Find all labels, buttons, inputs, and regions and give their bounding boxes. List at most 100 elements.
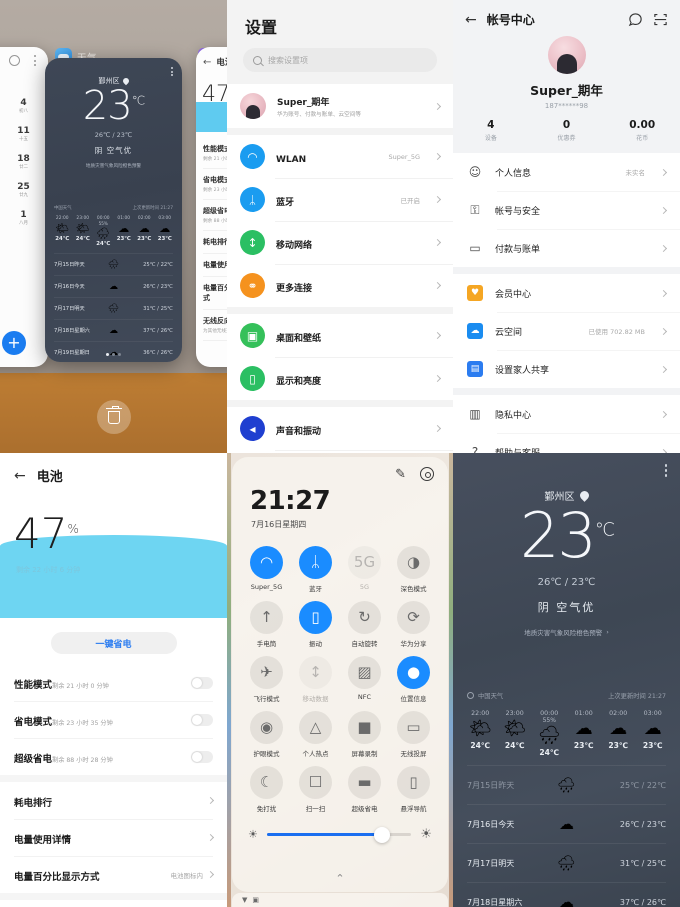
bluetooth-icon[interactable]: ᛦ (299, 546, 332, 579)
rotate-icon[interactable]: ↻ (348, 601, 381, 634)
weather-alert-banner[interactable]: 地质灾害气象风险橙色预警 › (453, 627, 680, 637)
battery-card-row[interactable]: 性能模式剩余 21 小时 0 分钟 (203, 138, 227, 169)
quick-tile-蓝牙[interactable]: ᛦ 蓝牙 (291, 546, 340, 593)
battery-row-wireless-reverse-charging[interactable]: 无线反向充电 为支持无线充电的设备充电 (0, 900, 227, 907)
calendar-day-cell[interactable]: 4 初八 (5, 98, 42, 114)
battery-row-省电模式[interactable]: 省电模式剩余 23 小时 35 分钟 (0, 701, 227, 738)
weather-day-row[interactable]: 7月16日今天 ☁ 26℃ / 23℃ (467, 804, 666, 843)
recents-card-calendar[interactable]: 3初七4初八10十四11十五17廿一18廿二24廿八25廿九31初六1八月 + (0, 47, 48, 367)
edit-pencil-icon[interactable]: ✎ (395, 467, 406, 482)
wifi-icon[interactable]: ◠ (250, 546, 283, 579)
settings-row-桌面和壁纸[interactable]: ▣ 桌面和壁纸 (227, 314, 453, 357)
weather-card-day[interactable]: 7月19日星期日☁36℃ / 26℃ (54, 341, 173, 362)
quick-tile-手电筒[interactable]: ↑ 手电筒 (242, 601, 291, 648)
account-row-help[interactable]: ? 帮助与客服 (453, 433, 680, 453)
record-icon[interactable]: ■ (348, 711, 381, 744)
location-icon[interactable]: ● (397, 656, 430, 689)
cast-icon[interactable]: ▭ (397, 711, 430, 744)
weather-card-alert[interactable]: 地质灾害气象风险橙色预警 (70, 163, 158, 169)
weather-card-day[interactable]: 7月15日昨天 🌧 25℃ / 22℃ (54, 253, 173, 275)
settings-row-更多连接[interactable]: ⚭ 更多连接 (227, 264, 453, 307)
eye-icon[interactable]: ◉ (250, 711, 283, 744)
quick-tile-护眼模式[interactable]: ◉ 护眼模式 (242, 711, 291, 758)
weather-card-day[interactable]: 7月18日星期六 ☁ 37℃ / 26℃ (54, 319, 173, 341)
battery-card-row[interactable]: 电量使用详情 (203, 254, 227, 277)
quick-tile-无线投屏[interactable]: ▭ 无线投屏 (389, 711, 438, 758)
moon-icon[interactable]: ☾ (250, 766, 283, 799)
more-icon[interactable] (171, 67, 173, 77)
clear-all-button[interactable] (96, 400, 131, 434)
search-input[interactable]: 搜索设置项 (243, 48, 437, 72)
battery-row-耗电排行[interactable]: 耗电排行 (0, 782, 227, 819)
settings-row-显示和亮度[interactable]: ▯ 显示和亮度 (227, 357, 453, 400)
collapse-handle[interactable]: ⌃ (335, 873, 344, 884)
flash-icon[interactable]: ↑ (250, 601, 283, 634)
quick-tile-NFC[interactable]: ▨ NFC (340, 656, 389, 703)
nav-icon[interactable]: ▯ (397, 766, 430, 799)
weather-hour[interactable]: 01:00 ☁ 23℃ (567, 710, 602, 757)
account-stat[interactable]: 0 优惠券 (529, 119, 605, 142)
account-row-card[interactable]: ▭ 付款与账单 (453, 229, 680, 267)
quick-tile-个人热点[interactable]: △ 个人热点 (291, 711, 340, 758)
battery-card-row[interactable]: 电量百分比显示方式 (203, 277, 227, 310)
5G-icon[interactable]: 5G (348, 546, 381, 579)
brightness-knob[interactable] (374, 826, 391, 843)
quick-tile-免打扰[interactable]: ☾ 免打扰 (242, 766, 291, 813)
battery-icon[interactable]: ▬ (348, 766, 381, 799)
weather-card-hour[interactable]: 01:00 ☁ 23℃ (114, 216, 135, 247)
weather-card-hourly[interactable]: 22:00 🌤 24℃ 23:00 🌤 24℃ 00:00 55% 🌧 24℃ 01:00 ☁ 23℃ 0… (45, 211, 182, 247)
chat-bubble-icon[interactable] (628, 12, 643, 27)
settings-row-移动网络[interactable]: ↕ 移动网络 (227, 221, 453, 264)
weather-day-row[interactable]: 7月17日明天 🌧 31℃ / 25℃ (467, 843, 666, 882)
weather-hour[interactable]: 00:00 55% 🌧 24℃ (532, 710, 567, 757)
calendar-day-cell[interactable]: 25 廿九 (5, 182, 42, 198)
gear-icon[interactable] (420, 467, 434, 481)
weather-card-hour[interactable]: 03:00 ☁ 23℃ (155, 216, 176, 247)
weather-card-day[interactable]: 7月17日明天 🌧 31℃ / 25℃ (54, 297, 173, 319)
quick-tile-位置信息[interactable]: ● 位置信息 (389, 656, 438, 703)
quick-tile-移动数据[interactable]: ↕ 移动数据 (291, 656, 340, 703)
back-arrow-icon[interactable]: ← (14, 469, 26, 483)
weather-hour[interactable]: 22:00 🌤 24℃ (463, 710, 498, 757)
toggle-switch[interactable] (191, 713, 213, 726)
battery-card-row[interactable]: 超级省电剩余 88 小时 28 分钟 (203, 200, 227, 231)
settings-row-蓝牙[interactable]: ᛦ 蓝牙 已开启 (227, 178, 453, 221)
account-stat[interactable]: 4 设备 (453, 119, 529, 142)
nfc-icon[interactable]: ▨ (348, 656, 381, 689)
signal-icon[interactable]: ↕ (299, 656, 332, 689)
account-row-vip[interactable]: ♥ 会员中心 (453, 274, 680, 312)
quick-tile-深色模式[interactable]: ◑ 深色模式 (389, 546, 438, 593)
weather-card-hour[interactable]: 02:00 ☁ 23℃ (134, 216, 155, 247)
weather-card-hour[interactable]: 23:00 🌤 24℃ (73, 216, 94, 247)
account-row-privacy[interactable]: ▥ 隐私中心 (453, 395, 680, 433)
weather-card-hour[interactable]: 00:00 55% 🌧 24℃ (93, 216, 114, 247)
weather-hour[interactable]: 02:00 ☁ 23℃ (601, 710, 636, 757)
scan-code-icon[interactable] (653, 12, 668, 27)
weather-card-day[interactable]: 7月16日今天 ☁ 26℃ / 23℃ (54, 275, 173, 297)
account-row-lock[interactable]: ⚿ 帐号与安全 (453, 191, 680, 229)
vibrate-icon[interactable]: ▯ (299, 601, 332, 634)
battery-row-性能模式[interactable]: 性能模式剩余 21 小时 0 分钟 (0, 664, 227, 701)
calendar-add-button[interactable]: + (2, 331, 26, 355)
quick-tile-华为分享[interactable]: ⟳ 华为分享 (389, 601, 438, 648)
calendar-day-cell[interactable]: 11 十五 (5, 126, 42, 142)
one-key-save-button[interactable]: 一键省电 (50, 632, 177, 654)
weather-hourly-forecast[interactable]: 22:00 🌤 24℃ 23:00 🌤 24℃ 00:00 55% 🌧 24℃ 01:00 ☁ 23℃ 0… (453, 700, 680, 757)
quick-tile-屏幕录制[interactable]: ■ 屏幕录制 (340, 711, 389, 758)
battery-row-电量百分比显示方式[interactable]: 电量百分比显示方式 电池图标内 (0, 856, 227, 893)
recents-card-weather[interactable]: 鄞州区 23℃ 26℃ / 23℃ 阴 空气优 地质灾害气象风险橙色预警 中国天… (45, 58, 182, 362)
quick-tile-Super_5G[interactable]: ◠ Super_5G (242, 546, 291, 593)
more-icon[interactable] (664, 464, 667, 477)
weather-card-hour[interactable]: 22:00 🌤 24℃ (52, 216, 73, 247)
contrast-icon[interactable]: ◑ (397, 546, 430, 579)
brightness-slider[interactable] (266, 826, 412, 843)
battery-row-电量使用详情[interactable]: 电量使用详情 (0, 819, 227, 856)
search-icon[interactable] (9, 55, 20, 66)
quick-tile-振动[interactable]: ▯ 振动 (291, 601, 340, 648)
quick-tile-5G[interactable]: 5G 5G (340, 546, 389, 593)
hotspot-icon[interactable]: △ (299, 711, 332, 744)
toggle-switch[interactable] (191, 750, 213, 763)
toggle-switch[interactable] (191, 676, 213, 689)
weather-day-row[interactable]: 7月18日星期六 ☁ 37℃ / 26℃ (467, 882, 666, 907)
quick-tile-超级省电[interactable]: ▬ 超级省电 (340, 766, 389, 813)
